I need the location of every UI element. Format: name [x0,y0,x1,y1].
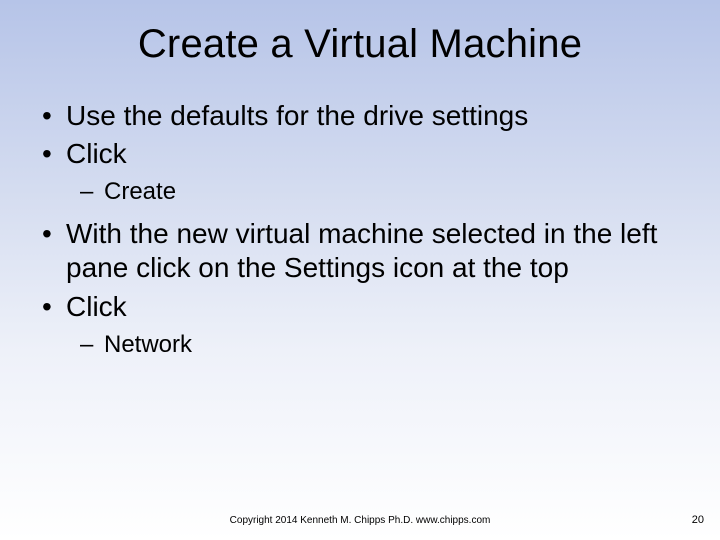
slide-body: Use the defaults for the drive settings … [0,67,720,360]
bullet-item: Click Network [30,290,690,360]
copyright-footer: Copyright 2014 Kenneth M. Chipps Ph.D. w… [0,515,720,526]
sub-bullet-item: Network [66,330,690,360]
bullet-list: Use the defaults for the drive settings … [30,99,690,360]
bullet-item: Use the defaults for the drive settings [30,99,690,133]
bullet-text: Click [66,138,127,169]
sub-bullet-item: Create [66,177,690,207]
page-number: 20 [692,514,704,526]
slide-title: Create a Virtual Machine [0,0,720,67]
sub-bullet-list: Create [66,177,690,207]
bullet-item: Click Create [30,137,690,207]
bullet-item: With the new virtual machine selected in… [30,217,690,285]
bullet-text: Click [66,291,127,322]
sub-bullet-list: Network [66,330,690,360]
